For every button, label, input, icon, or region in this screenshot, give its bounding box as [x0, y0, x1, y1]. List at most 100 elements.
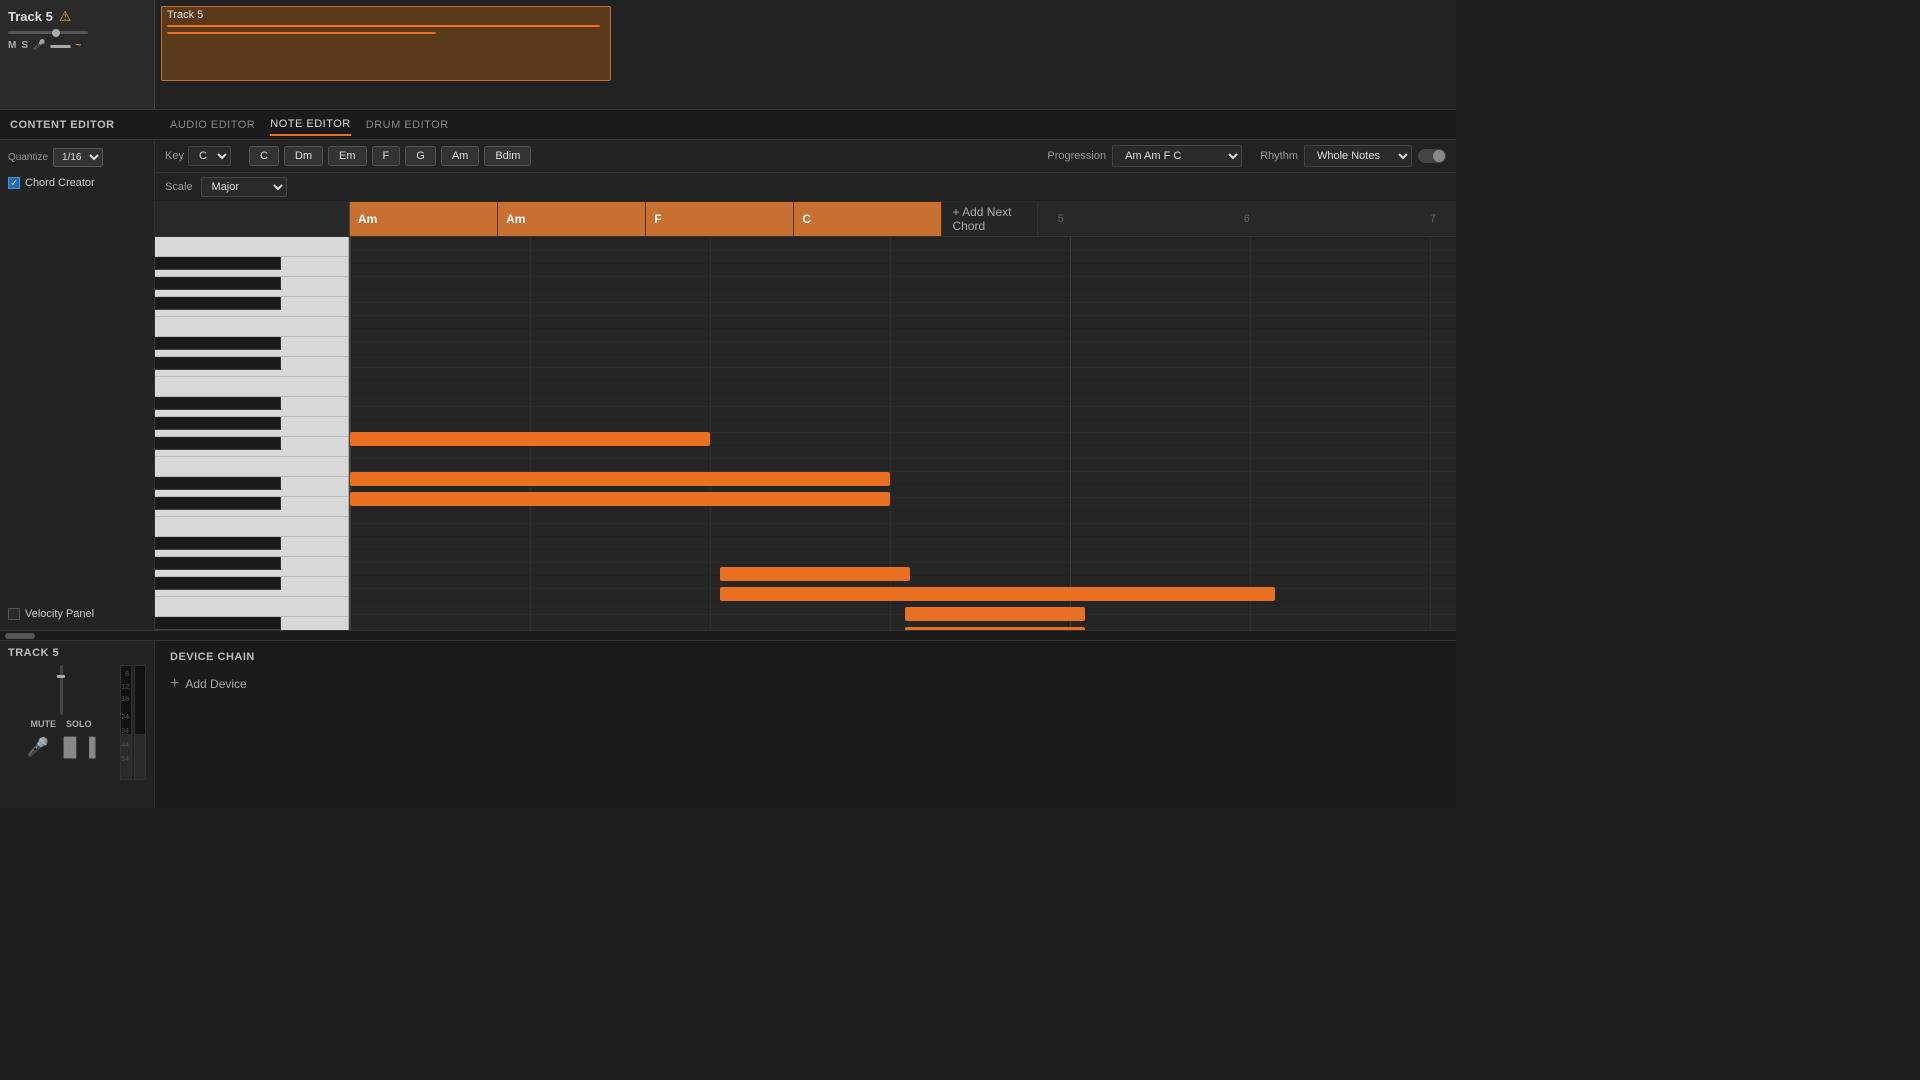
piano-key-Db4[interactable] [155, 497, 281, 510]
track5-slider-container [8, 665, 114, 715]
device-chain-header: DEVICE CHAIN [170, 651, 1441, 663]
note-bar-5[interactable] [905, 607, 1085, 621]
scale-row: Scale Major Minor Dorian Pentatonic [155, 173, 1456, 202]
piano-key-Ab3[interactable] [155, 557, 281, 570]
piano-key-E5[interactable] [155, 317, 349, 337]
piano-spacer [155, 202, 350, 236]
track-controls: M S 🎤 ▬▬ ~ [8, 40, 146, 51]
piano-key-Eb3[interactable] [155, 617, 281, 630]
piano-grid-area: C4 C3 [155, 237, 1456, 630]
track5-eq-icon[interactable]: ▐▌▐ [57, 737, 95, 758]
progression-select[interactable]: Am Am F C [1112, 145, 1242, 167]
mute-button[interactable]: M [8, 40, 16, 51]
chord-btn-Am[interactable]: Am [441, 146, 480, 166]
piano-key-Ab4[interactable] [155, 417, 281, 430]
rhythm-select[interactable]: Whole Notes Half Notes Quarter Notes [1304, 145, 1412, 167]
key-select[interactable]: C D E F G A B [188, 146, 231, 166]
piano-key-Eb5[interactable] [155, 337, 281, 350]
piano-key-B4[interactable] [155, 377, 349, 397]
chord-btn-G[interactable]: G [405, 146, 436, 166]
chord-block-F[interactable]: F [646, 202, 794, 236]
piano-key-Gb3[interactable] [155, 577, 281, 590]
piano-key-Bb3[interactable] [155, 537, 281, 550]
chord-block-C[interactable]: C [794, 202, 942, 236]
track-slider-thumb [52, 29, 60, 37]
measure-numbers: 5 6 7 [1038, 202, 1456, 236]
piano-key-Gb4[interactable] [155, 437, 281, 450]
tab-audio-editor[interactable]: AUDIO EDITOR [170, 115, 255, 135]
key-section: Key C D E F G A B [165, 146, 231, 166]
note-grid[interactable] [350, 237, 1456, 630]
chord-creator-checkbox[interactable]: ✓ [8, 177, 20, 189]
horizontal-scrollbar[interactable] [0, 630, 1456, 640]
measure-6: 6 [1244, 213, 1250, 225]
main-editor: Quantize 1/16 1/8 1/4 ✓ Chord Creator Ve… [0, 140, 1456, 630]
chord-block-label-F: F [654, 212, 661, 226]
tab-note-editor[interactable]: NOTE EDITOR [270, 114, 350, 136]
chord-creator-row: ✓ Chord Creator [8, 177, 146, 189]
chord-block-label-Am2: Am [506, 212, 525, 226]
track-clip[interactable]: Track 5 [161, 6, 611, 81]
content-editor-label: CONTENT EDITOR [0, 119, 155, 131]
add-device-label: Add Device [185, 677, 246, 691]
editor-tabs: AUDIO EDITOR NOTE EDITOR DRUM EDITOR [155, 114, 464, 136]
velocity-panel-checkbox[interactable] [8, 608, 20, 620]
track-slider[interactable] [8, 31, 88, 34]
top-track-area: Track 5 ⚠ M S 🎤 ▬▬ ~ Track 5 [0, 0, 1456, 110]
solo-btn[interactable]: SOLO [66, 719, 92, 729]
toggle-knob [1433, 150, 1445, 162]
chord-buttons: C Dm Em F G Am Bdim [249, 146, 531, 166]
piano-key-Bb4[interactable] [155, 397, 281, 410]
key-label: Key [165, 150, 184, 162]
piano-key-E3[interactable] [155, 597, 349, 617]
rhythm-toggle[interactable] [1418, 149, 1446, 163]
piano-key-B3[interactable] [155, 517, 349, 537]
add-device-plus-icon: + [170, 675, 179, 693]
track5-icons: 🎤 ▐▌▐ [8, 737, 114, 758]
piano-key-Gb5[interactable] [155, 297, 281, 310]
chord-btn-Dm[interactable]: Dm [284, 146, 323, 166]
left-sidebar: Quantize 1/16 1/8 1/4 ✓ Chord Creator Ve… [0, 140, 155, 630]
piano-key-Eb4[interactable] [155, 477, 281, 490]
record-button[interactable]: 🎤 [33, 40, 45, 51]
vertical-slider-thumb [57, 675, 65, 678]
chord-block-label-Am1: Am [358, 212, 377, 226]
mouse-cursor [1230, 447, 1240, 457]
note-bar-0[interactable] [350, 432, 710, 446]
piano-key-Bb5[interactable] [155, 257, 281, 270]
quantize-select[interactable]: 1/16 1/8 1/4 [53, 148, 103, 167]
add-device-button[interactable]: + Add Device [170, 675, 1441, 693]
eq-button[interactable]: ▬▬ [50, 40, 70, 51]
note-bar-2[interactable] [350, 492, 890, 506]
note-bar-3[interactable] [720, 567, 910, 581]
chord-btn-C[interactable]: C [249, 146, 279, 166]
scrollbar-thumb[interactable] [5, 633, 35, 639]
note-bar-1[interactable] [350, 472, 890, 486]
piano-key-B5[interactable] [155, 237, 349, 257]
checkbox-check-icon: ✓ [10, 178, 18, 189]
note-bar-4[interactable] [720, 587, 1275, 601]
chord-controls: Key C D E F G A B C Dm Em F G Am Bdim [155, 140, 1456, 173]
piano-key-Db5[interactable] [155, 357, 281, 370]
chord-btn-F[interactable]: F [372, 146, 401, 166]
scale-select[interactable]: Major Minor Dorian Pentatonic [201, 177, 287, 197]
solo-button[interactable]: S [21, 40, 28, 51]
mute-btn[interactable]: MUTE [30, 719, 56, 729]
chord-btn-Bdim[interactable]: Bdim [484, 146, 531, 166]
chord-block-Am2[interactable]: Am [498, 202, 646, 236]
piano-key-E4[interactable] [155, 457, 349, 477]
chord-block-Am1[interactable]: Am [350, 202, 498, 236]
automation-button[interactable]: ~ [75, 40, 81, 51]
warning-icon: ⚠ [59, 8, 72, 25]
quantize-row: Quantize 1/16 1/8 1/4 [8, 148, 146, 167]
tab-drum-editor[interactable]: DRUM EDITOR [366, 115, 449, 135]
note-bar-6[interactable] [905, 627, 1085, 630]
track5-record-icon[interactable]: 🎤 [27, 737, 49, 758]
vertical-slider[interactable] [60, 665, 63, 715]
track-clip-waveform-main [167, 25, 600, 27]
chord-btn-Em[interactable]: Em [328, 146, 367, 166]
piano-key-Ab5[interactable] [155, 277, 281, 290]
progression-label: Progression [1047, 150, 1106, 162]
track-clip-waveform-secondary [167, 32, 436, 34]
add-next-chord-button[interactable]: + Add Next Chord [942, 202, 1037, 236]
